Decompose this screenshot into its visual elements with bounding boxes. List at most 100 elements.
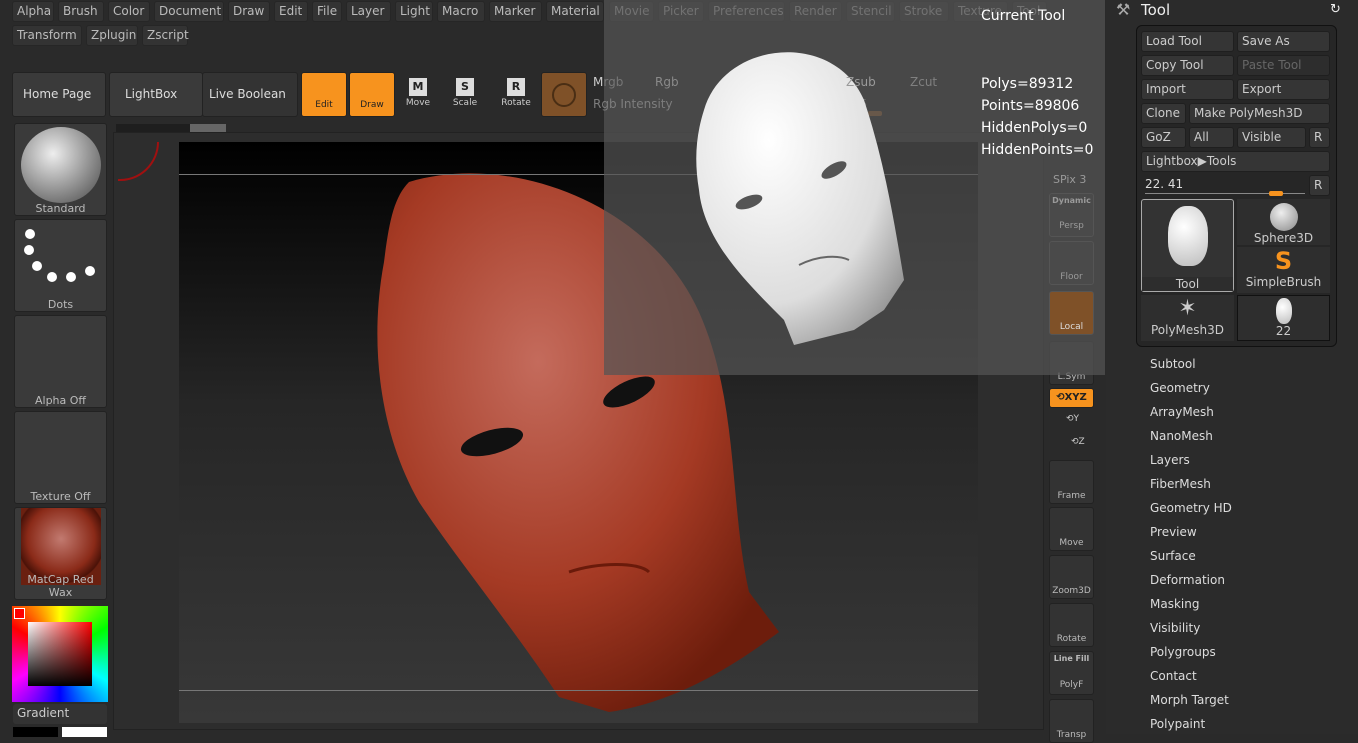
xyz-button[interactable]: ⟲XYZ [1049, 388, 1094, 408]
subpalette-layers[interactable]: Layers [1150, 453, 1190, 467]
gradient-button[interactable]: Gradient [13, 704, 107, 724]
transp-button[interactable]: Transp [1049, 699, 1094, 743]
sphere-thumb-icon [1269, 203, 1298, 231]
save-as-button[interactable]: Save As [1237, 31, 1330, 52]
rgb-intensity-slider[interactable]: Rgb Intensity [593, 97, 673, 111]
menu-brush[interactable]: Brush [58, 1, 104, 22]
material-sphere-button[interactable] [541, 72, 587, 117]
spix-slider[interactable]: SPix 3 [1053, 173, 1086, 186]
subpalette-polypaint[interactable]: Polypaint [1150, 717, 1205, 731]
subpalette-geometry-hd[interactable]: Geometry HD [1150, 501, 1232, 515]
main-color-swatch[interactable] [14, 608, 25, 619]
alpha-label: Alpha Off [34, 394, 86, 407]
subpalette-visibility[interactable]: Visibility [1150, 621, 1200, 635]
tool-thumb-current[interactable]: Tool [1141, 199, 1234, 292]
zsub-button[interactable]: Zsub [846, 75, 876, 89]
secondary-color-black[interactable] [13, 727, 58, 737]
home-page-button[interactable]: Home Page [12, 72, 106, 117]
menu-edit[interactable]: Edit [274, 1, 308, 22]
alpha-button[interactable]: Alpha Off [14, 315, 107, 408]
scroll-tabs[interactable] [116, 124, 226, 132]
rgb-button[interactable]: Rgb [655, 75, 679, 89]
load-tool-button[interactable]: Load Tool [1141, 31, 1234, 52]
y-rotate-button[interactable]: ⟲Y [1066, 414, 1079, 424]
live-boolean-button[interactable]: Live Boolean [202, 72, 298, 117]
polyf-button[interactable]: Line Fill PolyF [1049, 651, 1094, 695]
draw-button[interactable]: Draw [349, 72, 395, 117]
stroke-button[interactable]: Dots [14, 219, 107, 312]
subpalette-geometry[interactable]: Geometry [1150, 381, 1210, 395]
tool-thumb-sphere3d[interactable]: Sphere3D [1237, 199, 1330, 245]
rotate-button[interactable]: R Rotate [496, 78, 536, 108]
secondary-color-white[interactable] [62, 727, 107, 737]
menu-alpha[interactable]: Alpha [12, 1, 54, 22]
subpalette-morph-target[interactable]: Morph Target [1150, 693, 1229, 707]
subpalette-surface[interactable]: Surface [1150, 549, 1196, 563]
edit-label: Edit [315, 100, 333, 110]
zcut-button[interactable]: Zcut [910, 75, 937, 89]
material-label: MatCap Red Wax [27, 573, 94, 599]
menu-file[interactable]: File [312, 1, 342, 22]
import-button[interactable]: Import [1141, 79, 1234, 100]
texture-button[interactable]: Texture Off [14, 411, 107, 504]
export-button[interactable]: Export [1237, 79, 1330, 100]
color-sv-square[interactable] [28, 622, 92, 686]
clone-button[interactable]: Clone [1141, 103, 1186, 124]
subpalette-fibermesh[interactable]: FiberMesh [1150, 477, 1211, 491]
copy-tool-button[interactable]: Copy Tool [1141, 55, 1234, 76]
tool-thumb-polymesh3d[interactable]: ✶ PolyMesh3D [1141, 295, 1234, 341]
menu-layer[interactable]: Layer [346, 1, 391, 22]
menu-document[interactable]: Document [154, 1, 224, 22]
goz-all-button[interactable]: All [1189, 127, 1234, 148]
scale-button[interactable]: S Scale [445, 78, 485, 108]
subpalette-polygroups[interactable]: Polygroups [1150, 645, 1216, 659]
menu-draw[interactable]: Draw [228, 1, 270, 22]
menu-macro[interactable]: Macro [437, 1, 485, 22]
lightbox-button[interactable]: LightBox [109, 72, 203, 117]
subpalette-subtool[interactable]: Subtool [1150, 357, 1196, 371]
subpalette-deformation[interactable]: Deformation [1150, 573, 1225, 587]
rotate-view-button[interactable]: Rotate [1049, 603, 1094, 647]
persp-button[interactable]: Dynamic Persp [1049, 193, 1094, 237]
tool-slider-handle[interactable] [1269, 191, 1284, 196]
goz-button[interactable]: GoZ [1141, 127, 1186, 148]
subpalette-masking[interactable]: Masking [1150, 597, 1199, 611]
subpalette-nanomesh[interactable]: NanoMesh [1150, 429, 1213, 443]
z-rotate-button[interactable]: ⟲Z [1071, 437, 1085, 447]
floor-label: Floor [1060, 272, 1083, 282]
color-picker[interactable] [12, 606, 108, 702]
menu-material[interactable]: Material [546, 1, 604, 22]
tool-thumb-simplebrush[interactable]: S SimpleBrush [1237, 247, 1330, 293]
goz-r-button[interactable]: R [1309, 127, 1330, 148]
menu-zplugin[interactable]: Zplugin [86, 25, 138, 46]
tool-palette-title[interactable]: Tool [1141, 1, 1170, 19]
tool-thumb-22[interactable]: 22 [1237, 295, 1330, 341]
reset-icon[interactable]: ↻ [1330, 2, 1341, 17]
move-view-button[interactable]: Move [1049, 507, 1094, 551]
goz-visible-button[interactable]: Visible [1237, 127, 1306, 148]
subpalette-preview[interactable]: Preview [1150, 525, 1197, 539]
move-button[interactable]: M Move [398, 78, 438, 108]
lightbox-tools-button[interactable]: Lightbox▶Tools [1141, 151, 1330, 172]
frame-button[interactable]: Frame [1049, 460, 1094, 504]
menu-zscript[interactable]: Zscript [142, 25, 189, 46]
menu-light[interactable]: Light [395, 1, 433, 22]
tool-slider[interactable] [1145, 191, 1305, 196]
slider-r-button[interactable]: R [1309, 175, 1330, 196]
move-icon: M [409, 78, 427, 96]
current-tool-popup [604, 0, 1105, 375]
menu-marker[interactable]: Marker [489, 1, 542, 22]
local-button[interactable]: Local [1049, 291, 1094, 335]
y-label: Y [1073, 414, 1080, 424]
make-polymesh3d-button[interactable]: Make PolyMesh3D [1189, 103, 1330, 124]
floor-button[interactable]: Floor [1049, 241, 1094, 285]
brush-button[interactable]: Standard [14, 123, 107, 216]
sphere-icon [552, 83, 576, 107]
menu-transform[interactable]: Transform [12, 25, 82, 46]
subpalette-arraymesh[interactable]: ArrayMesh [1150, 405, 1214, 419]
edit-button[interactable]: Edit [301, 72, 347, 117]
material-button[interactable]: MatCap Red Wax [14, 507, 107, 600]
menu-color[interactable]: Color [108, 1, 150, 22]
subpalette-contact[interactable]: Contact [1150, 669, 1197, 683]
zoom3d-button[interactable]: Zoom3D [1049, 555, 1094, 599]
